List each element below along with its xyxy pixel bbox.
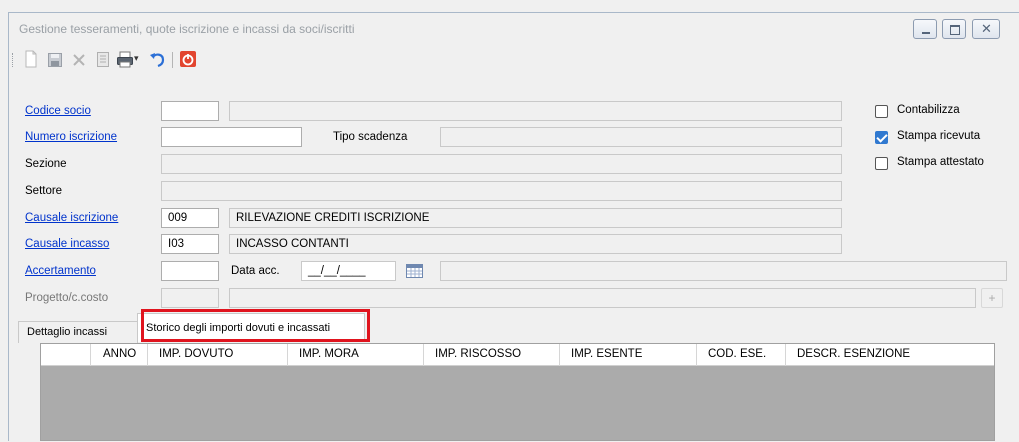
save-icon [48,53,62,67]
codice-socio-label[interactable]: Codice socio [25,105,91,117]
stampa-attestato-checkbox[interactable] [875,157,888,170]
column-separator [90,344,91,366]
accertamento-label[interactable]: Accertamento [25,265,96,277]
column-header-descr-esenzione[interactable]: DESCR. ESENZIONE [797,348,910,360]
stampa-ricevuta-label: Stampa ricevuta [897,130,981,142]
contabilizza-option[interactable]: Contabilizza [875,104,1015,120]
contabilizza-label: Contabilizza [897,104,960,116]
accertamento-description [440,261,1007,281]
numero-iscrizione-input[interactable] [161,127,302,147]
stampa-ricevuta-option[interactable]: Stampa ricevuta [875,130,1015,146]
print-dropdown-icon: ▾ [134,53,139,63]
tipo-scadenza-field [440,127,842,147]
minimize-button[interactable] [913,19,937,39]
column-header-imp-riscosso[interactable]: IMP. RISCOSSO [435,348,521,360]
causale-iscrizione-code-input[interactable]: 009 [161,208,219,228]
delete-button[interactable] [71,50,87,68]
print-icon [117,51,133,68]
print-button[interactable]: ▾ [116,50,142,68]
close-icon: ✕ [981,21,992,36]
save-button[interactable] [47,50,63,68]
calendar-button[interactable] [402,261,428,281]
causale-incasso-label[interactable]: Causale incasso [25,238,109,250]
column-header-imp-dovuto[interactable]: IMP. DOVUTO [159,348,233,360]
notes-button[interactable] [95,50,111,68]
exit-button[interactable] [179,50,197,68]
causale-incasso-code-input[interactable]: I03 [161,234,219,254]
tipo-scadenza-label: Tipo scadenza [333,131,408,143]
codice-socio-description [229,101,842,121]
column-separator [423,344,424,366]
causale-iscrizione-label[interactable]: Causale iscrizione [25,212,118,224]
undo-button[interactable] [148,50,166,68]
toolbar: ▾ [9,46,1019,72]
settore-label: Settore [25,185,63,197]
maximize-icon [950,25,960,35]
undo-icon [150,53,165,68]
exit-icon [180,51,196,67]
causale-incasso-description: INCASSO CONTANTI [229,234,842,254]
column-separator [287,344,288,366]
storico-grid[interactable]: ANNO IMP. DOVUTO IMP. MORA IMP. RISCOSSO… [40,343,995,441]
column-separator [559,344,560,366]
column-header-imp-esente[interactable]: IMP. ESENTE [571,348,642,360]
new-document-icon [25,50,37,68]
stampa-ricevuta-checkbox[interactable] [875,131,888,144]
minimize-icon [922,32,930,34]
stampa-attestato-label: Stampa attestato [897,156,984,168]
toolbar-grip[interactable] [12,53,15,67]
contabilizza-checkbox[interactable] [875,105,888,118]
title-bar: Gestione tesseramenti, quote iscrizione … [9,13,1019,45]
numero-iscrizione-label[interactable]: Numero iscrizione [25,131,117,143]
sezione-label: Sezione [25,158,67,170]
progetto-code-field [161,288,219,308]
progetto-add-button[interactable]: + [981,288,1003,308]
column-header-imp-mora[interactable]: IMP. MORA [299,348,359,360]
toolbar-separator [172,52,173,68]
settore-field [161,181,842,201]
progetto-label: Progetto/c.costo [25,292,109,304]
column-separator [696,344,697,366]
delete-icon [73,54,85,66]
column-header-cod-ese[interactable]: COD. ESE. [708,348,766,360]
grid-header: ANNO IMP. DOVUTO IMP. MORA IMP. RISCOSSO… [41,344,994,366]
window-title: Gestione tesseramenti, quote iscrizione … [19,22,355,36]
calendar-icon [406,264,423,278]
highlight-box [141,309,370,342]
progetto-field [229,288,976,308]
new-button[interactable] [23,50,39,68]
accertamento-input[interactable] [161,261,219,281]
causale-iscrizione-description: RILEVAZIONE CREDITI ISCRIZIONE [229,208,842,228]
maximize-button[interactable] [942,19,966,39]
tab-dettaglio-incassi[interactable]: Dettaglio incassi [18,321,138,343]
data-acc-input[interactable]: __/__/____ [301,261,396,281]
column-separator [147,344,148,366]
close-button[interactable]: ✕ [972,19,1000,39]
sezione-field [161,154,842,174]
column-separator [785,344,786,366]
notes-icon [97,52,109,67]
codice-socio-input[interactable] [161,101,219,121]
column-header-anno[interactable]: ANNO [103,348,136,360]
data-acc-label: Data acc. [231,265,280,277]
stampa-attestato-option[interactable]: Stampa attestato [875,156,1015,172]
